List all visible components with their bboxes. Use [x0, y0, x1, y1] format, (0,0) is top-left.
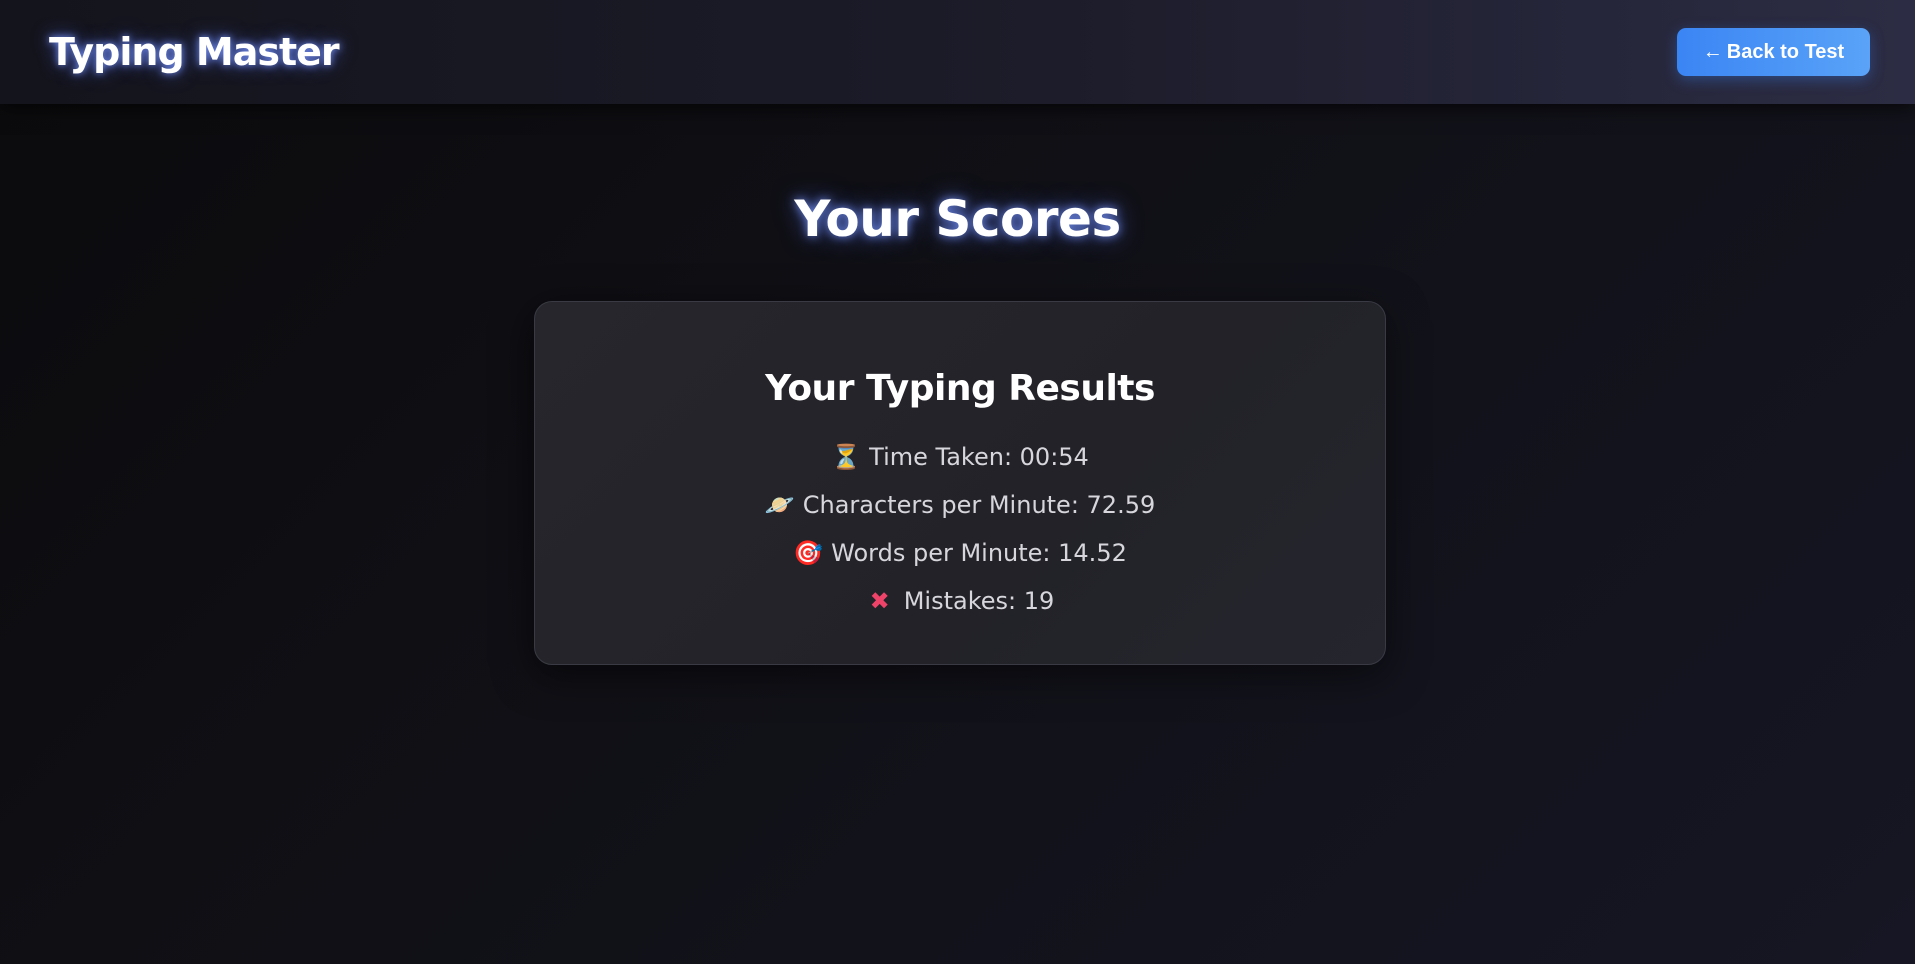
brand-logo[interactable]: Typing Master	[49, 30, 340, 74]
cross-mark-icon: ✖	[869, 587, 890, 615]
stat-time-taken-label: Time Taken: 00:54	[869, 443, 1089, 471]
stat-words-per-minute-label: Words per Minute: 14.52	[831, 539, 1127, 567]
stat-mistakes-label: Mistakes: 19	[903, 587, 1055, 615]
back-to-test-label: Back to Test	[1726, 40, 1845, 63]
planet-icon: 🪐	[764, 491, 795, 519]
stat-characters-per-minute: 🪐 Characters per Minute: 72.59	[765, 481, 1156, 529]
hourglass-icon: ⏳	[831, 443, 862, 471]
arrow-left-icon: ←	[1702, 40, 1723, 63]
stat-words-per-minute: 🎯 Words per Minute: 14.52	[793, 529, 1127, 577]
stat-time-taken: ⏳ Time Taken: 00:54	[831, 433, 1089, 481]
target-icon: 🎯	[793, 539, 824, 567]
back-to-test-button[interactable]: ← Back to Test	[1677, 28, 1870, 76]
results-card-title: Your Typing Results	[765, 368, 1155, 409]
navbar: Typing Master ← Back to Test	[0, 0, 1915, 104]
page-title: Your Scores	[794, 190, 1121, 248]
stat-mistakes: ✖ Mistakes: 19	[866, 577, 1055, 625]
results-card: Your Typing Results ⏳ Time Taken: 00:54 …	[534, 301, 1386, 665]
stat-characters-per-minute-label: Characters per Minute: 72.59	[802, 491, 1156, 519]
